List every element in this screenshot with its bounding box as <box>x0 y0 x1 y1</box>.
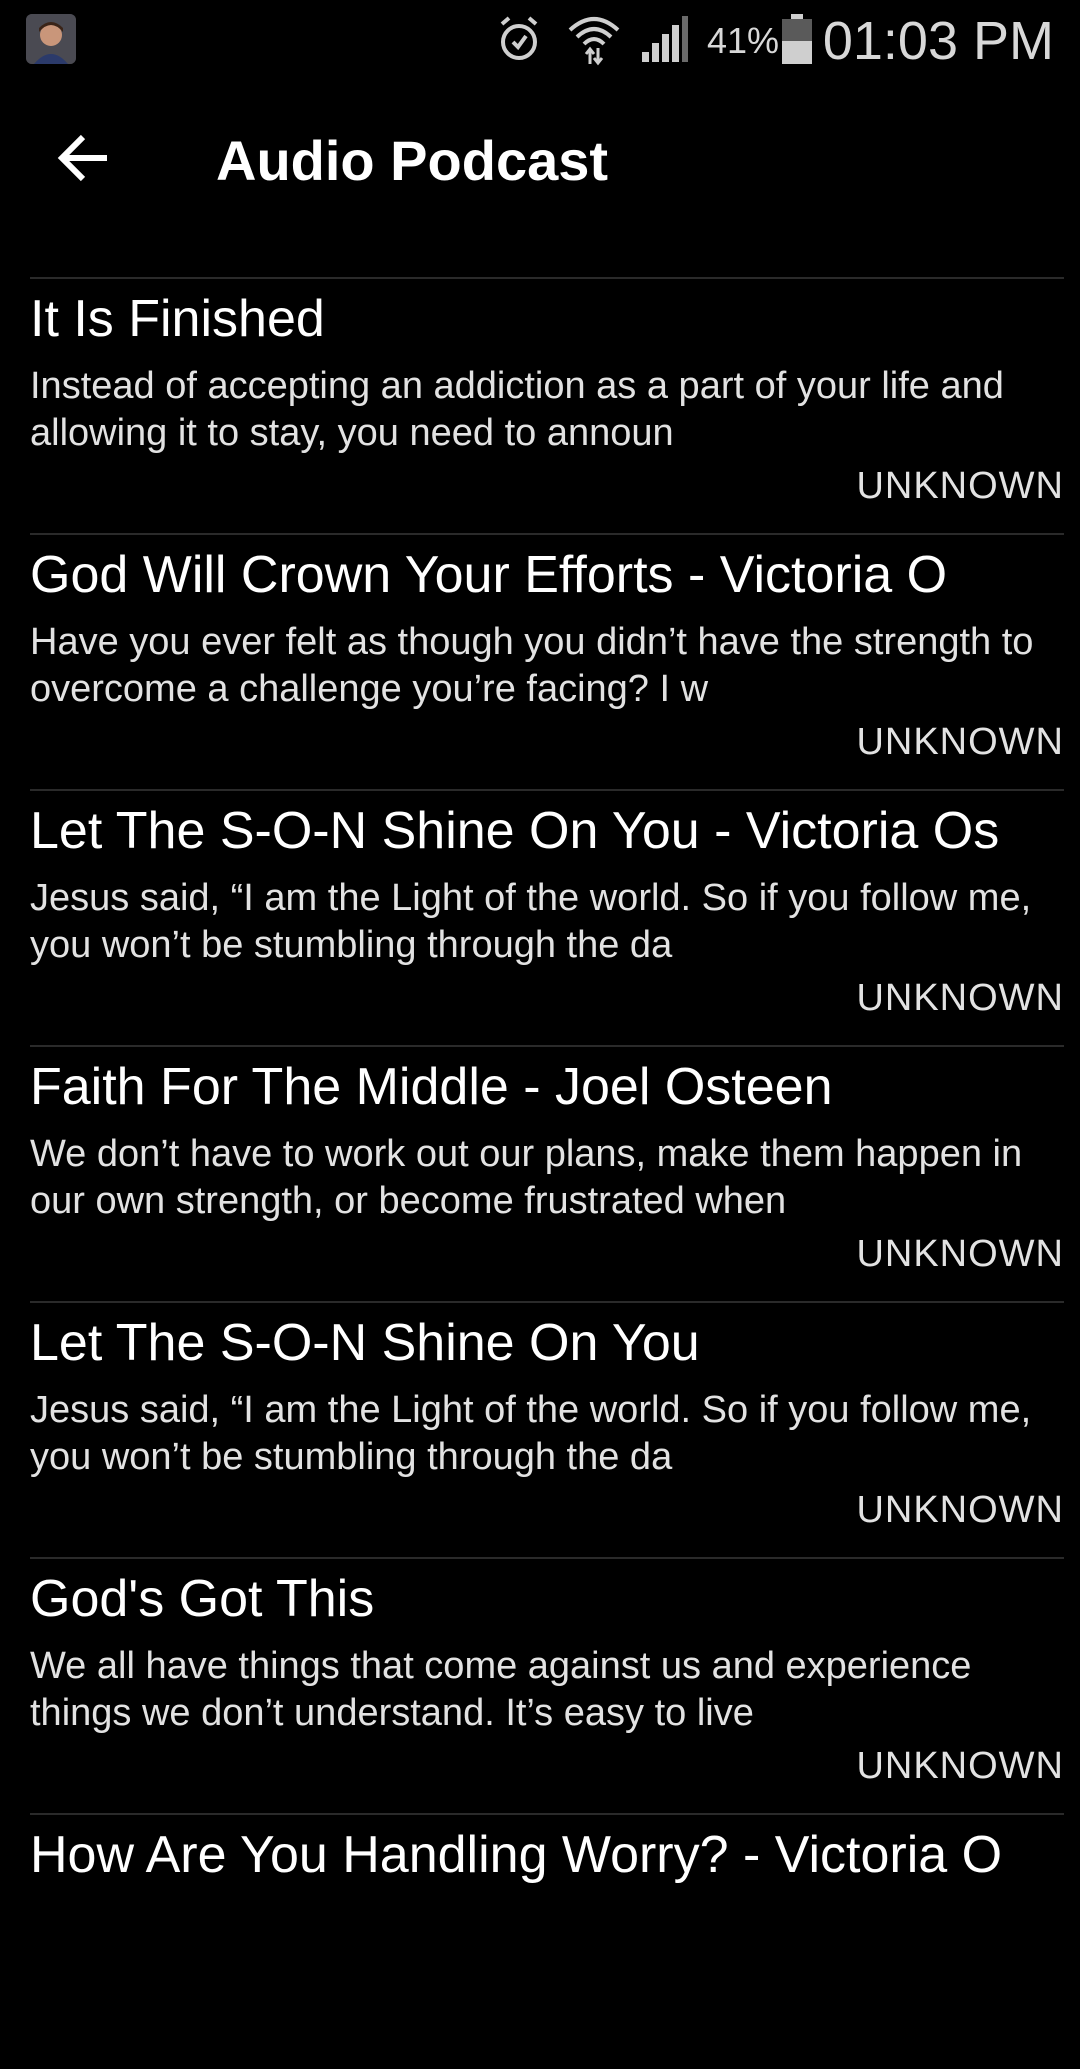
clock: 01:03 PM <box>822 11 1054 71</box>
list-item[interactable]: God's Got This We all have things that c… <box>30 1557 1064 1813</box>
list-item[interactable]: Let The S-O-N Shine On You - Victoria Os… <box>30 789 1064 1045</box>
episode-author: UNKNOWN <box>856 1745 1064 1787</box>
episode-title: Let The S-O-N Shine On You - Victoria Os <box>30 802 1000 860</box>
episode-title: It Is Finished <box>30 290 325 348</box>
page-title: Audio Podcast <box>216 129 609 192</box>
episode-list: It Is Finished Instead of accepting an a… <box>30 277 1064 2069</box>
list-item[interactable]: It Is Finished Instead of accepting an a… <box>30 277 1064 533</box>
episode-description: Have you ever felt as though you didn’t … <box>30 621 1034 710</box>
episode-author: UNKNOWN <box>856 465 1064 507</box>
list-item[interactable]: God Will Crown Your Efforts - Victoria O… <box>30 533 1064 789</box>
episode-description: Jesus said, “I am the Light of the world… <box>30 1389 1032 1478</box>
episode-description: We don’t have to work out our plans, mak… <box>30 1133 1023 1222</box>
episode-author: UNKNOWN <box>856 1489 1064 1531</box>
signal-icon <box>640 14 690 69</box>
episode-description: Jesus said, “I am the Light of the world… <box>30 877 1032 966</box>
list-item[interactable]: Let The S-O-N Shine On You Jesus said, “… <box>30 1301 1064 1557</box>
app-bar: Audio Podcast <box>0 110 1080 210</box>
avatar <box>26 14 76 64</box>
alarm-icon <box>494 14 544 69</box>
back-button[interactable] <box>48 130 120 190</box>
wifi-icon <box>566 12 622 71</box>
episode-author: UNKNOWN <box>856 721 1064 763</box>
episode-title: Faith For The Middle - Joel Osteen <box>30 1058 833 1116</box>
episode-title: God Will Crown Your Efforts - Victoria O <box>30 546 948 604</box>
episode-title: How Are You Handling Worry? - Victoria O <box>30 1826 1003 1884</box>
list-item[interactable]: How Are You Handling Worry? - Victoria O <box>30 1813 1064 2069</box>
episode-author: UNKNOWN <box>856 977 1064 1019</box>
battery-percent: 41% <box>707 20 780 61</box>
episode-title: God's Got This <box>30 1570 375 1628</box>
episode-description: Instead of accepting an addiction as a p… <box>30 365 1004 454</box>
episode-description <box>30 1899 1064 1993</box>
battery-icon <box>782 14 812 69</box>
arrow-left-icon <box>57 134 111 187</box>
episode-description: We all have things that come against us … <box>30 1645 972 1734</box>
list-item[interactable]: Faith For The Middle - Joel Osteen We do… <box>30 1045 1064 1301</box>
episode-title: Let The S-O-N Shine On You <box>30 1314 700 1372</box>
status-bar: 41% 01:03 PM <box>0 0 1080 80</box>
episode-author: UNKNOWN <box>856 1233 1064 1275</box>
